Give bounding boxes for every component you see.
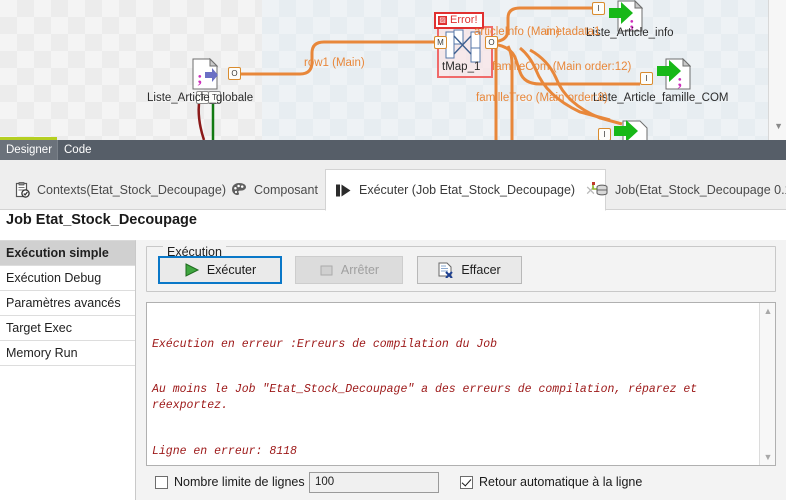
view-tab-row: Contexts(Etat_Stock_Decoupage) Composant (0, 160, 786, 211)
contexts-icon (15, 181, 30, 198)
play-icon (185, 263, 199, 277)
node-label-liste-article-famille-com: Liste_Article_famille_COM (593, 92, 729, 104)
console-line: Ligne en erreur: 8118 (152, 444, 297, 458)
run-icon (335, 183, 352, 198)
tab-designer-label: Designer (6, 144, 53, 156)
execution-console[interactable]: Exécution en erreur :Erreurs de compilat… (146, 302, 776, 466)
nav-item-parametres-avances[interactable]: Paramètres avancés (0, 291, 135, 316)
run-button[interactable]: Exécuter (158, 256, 282, 284)
scroll-down-icon[interactable]: ▼ (760, 449, 775, 465)
tab-contexts[interactable]: Contexts(Etat_Stock_Decoupage) (6, 169, 235, 210)
canvas-scroll-down-arrow[interactable]: ▼ (774, 122, 783, 131)
tab-contexts-label: Contexts(Etat_Stock_Decoupage) (37, 182, 226, 197)
tab-code[interactable]: Code (57, 140, 98, 160)
page-title: Job Etat_Stock_Decoupage (6, 212, 197, 228)
component-icon-liste-article-globale[interactable]: ; (192, 58, 218, 90)
link-label-familletreo: familleTreo (Main order:8) (476, 92, 608, 104)
line-limit-label: Nombre limite de lignes (174, 475, 305, 489)
run-button-label: Exécuter (206, 263, 257, 277)
tab-executer-label: Exécuter (Job Etat_Stock_Decoupage) (359, 183, 576, 197)
tab-designer[interactable]: Designer (0, 140, 59, 160)
console-scrollbar[interactable]: ▲ ▼ (759, 303, 775, 465)
component-icon-liste-article-famille-com[interactable]: ; (657, 58, 691, 92)
stop-button[interactable]: Arrêter (295, 256, 403, 284)
nav-item-memory-run-label: Memory Run (6, 346, 78, 360)
execution-settings-nav: Exécution simple Exécution Debug Paramèt… (0, 240, 136, 500)
wrap-checkbox[interactable]: Retour automatique à la ligne (460, 475, 642, 489)
line-limit-checkbox[interactable]: Nombre limite de lignes (155, 475, 305, 489)
broken-image-icon: ▨ (438, 15, 447, 25)
scroll-up-icon[interactable]: ▲ (760, 303, 775, 319)
clear-document-icon (438, 262, 454, 278)
nav-item-execution-simple[interactable]: Exécution simple (0, 241, 135, 266)
editor-tab-bar: Designer Code (0, 140, 786, 160)
job-icon (591, 181, 608, 198)
nav-item-execution-debug[interactable]: Exécution Debug (0, 266, 135, 291)
nav-item-execution-debug-label: Exécution Debug (6, 271, 102, 285)
nav-item-execution-simple-label: Exécution simple (6, 246, 109, 260)
tab-composant-label: Composant (254, 182, 318, 197)
wrap-checkbox-box[interactable] (460, 475, 473, 489)
stop-button-label: Arrêter (340, 263, 380, 277)
clear-button[interactable]: Effacer (417, 256, 522, 284)
stop-icon (320, 265, 333, 275)
console-line: Exécution en erreur :Erreurs de compilat… (152, 337, 498, 351)
svg-text:;: ; (197, 68, 203, 87)
link-label-row1: row1 (Main) (304, 57, 365, 69)
port-output-liste-article-globale[interactable]: O (228, 67, 241, 80)
port-main-tmap-1[interactable]: M (434, 36, 447, 49)
line-limit-value: 100 (315, 476, 335, 488)
tab-composant[interactable]: Composant (222, 169, 327, 210)
port-input-partial-node[interactable]: I (598, 128, 611, 140)
node-label-liste-article-globale: Liste_Article_globale (147, 92, 254, 104)
tab-job-label: Job(Etat_Stock_Decoupage 0.1) (615, 182, 786, 197)
component-icon-partial-bottom[interactable] (614, 120, 648, 140)
execution-panel: Exécution Exécuter Arrêter Effacer Exécu… (136, 240, 786, 500)
console-output: Exécution en erreur :Erreurs de compilat… (152, 306, 758, 465)
port-input-liste-article-info[interactable]: I (592, 2, 605, 15)
node-label-tmap-1: tMap_1 (442, 61, 481, 73)
nav-item-parametres-avances-label: Paramètres avancés (6, 296, 121, 310)
console-line: Au moins le Job "Etat_Stock_Decoupage" a… (152, 383, 705, 412)
line-limit-checkbox-box[interactable] (155, 475, 168, 489)
wrap-label: Retour automatique à la ligne (479, 475, 643, 489)
tab-executer[interactable]: Exécuter (Job Etat_Stock_Decoupage) ✕ (325, 169, 607, 211)
nav-item-target-exec-label: Target Exec (6, 321, 73, 335)
job-designer-canvas[interactable]: ; O T T Liste_Article_globale M O ▨ Error… (0, 0, 786, 140)
port-input-liste-article-famille-com[interactable]: I (640, 72, 653, 85)
link-label-metadata1: metadata1 (546, 26, 601, 38)
tab-code-label: Code (64, 144, 92, 156)
nav-item-memory-run[interactable]: Memory Run (0, 341, 135, 366)
console-options-row: Nombre limite de lignes 100 Retour autom… (146, 472, 776, 494)
tab-job[interactable]: Job(Etat_Stock_Decoupage 0.1) (582, 169, 786, 210)
palette-icon (231, 182, 247, 197)
clear-button-label: Effacer (461, 263, 501, 277)
canvas-right-strip (768, 0, 786, 140)
line-limit-input[interactable]: 100 (309, 472, 439, 493)
talend-studio-window: ; O T T Liste_Article_globale M O ▨ Error… (0, 0, 786, 500)
nav-item-target-exec[interactable]: Target Exec (0, 316, 135, 341)
link-label-famillecom: familleCom (Main order:12) (492, 61, 632, 73)
